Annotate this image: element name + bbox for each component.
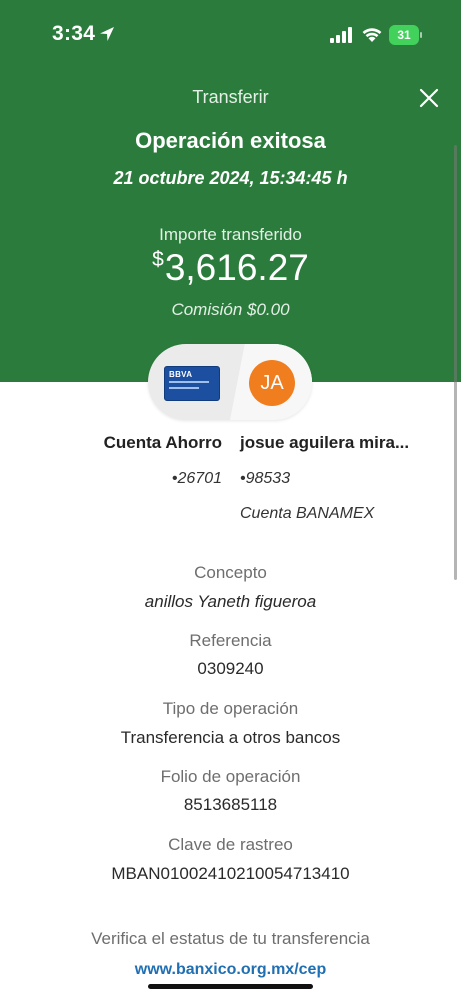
header: 3:34 31 Transferir Operación exitosa 21 … (0, 0, 461, 382)
tipo-operacion-label: Tipo de operación (162, 699, 299, 718)
verify-status-text: Verifica el estatus de tu transferencia (91, 929, 370, 948)
tipo-operacion-value: Transferencia a otros bancos (120, 728, 341, 747)
close-icon[interactable] (419, 88, 439, 108)
avatar: JA (249, 360, 295, 406)
concepto-label: Concepto (194, 563, 267, 582)
page-title: Operación exitosa (135, 128, 326, 153)
status-bar: 3:34 31 (0, 0, 461, 70)
operation-datetime: 21 octubre 2024, 15:34:45 h (113, 168, 348, 188)
transfer-amount: $3,616.27 (0, 247, 461, 289)
battery-icon: 31 (389, 25, 422, 45)
battery-level: 31 (389, 25, 419, 45)
location-arrow-icon (100, 27, 114, 41)
concepto-value: anillos Yaneth figueroa (144, 592, 317, 611)
from-account-number: •26701 (171, 470, 222, 487)
banxico-link[interactable]: www.banxico.org.mx/cep (0, 961, 461, 979)
amount-value: 3,616.27 (164, 247, 309, 288)
from-account-name: Cuenta Ahorro (103, 433, 222, 452)
status-time: 3:34 (52, 22, 96, 45)
folio-value: 8513685118 (183, 795, 278, 814)
signal-icon (330, 27, 352, 43)
to-account-name: josue aguilera mira... (240, 433, 410, 452)
currency-symbol: $ (152, 248, 164, 271)
folio-label: Folio de operación (160, 767, 301, 786)
bank-card-icon: BBVA (164, 366, 220, 401)
clave-rastreo-value: MBAN01002410210054713410 (111, 864, 350, 883)
amount-label: Importe transferido (159, 225, 302, 244)
home-indicator[interactable] (148, 984, 313, 989)
referencia-label: Referencia (189, 631, 272, 650)
scroll-indicator[interactable] (454, 145, 457, 580)
account-transfer-pill: BBVA JA (148, 344, 312, 420)
to-account-number: •98533 (240, 470, 291, 487)
to-account-bank: Cuenta BANAMEX (240, 505, 375, 522)
referencia-value: 0309240 (197, 659, 264, 678)
wifi-icon (362, 28, 382, 42)
commission: Comisión $0.00 (171, 300, 290, 319)
nav-title: Transferir (192, 87, 269, 107)
bank-logo-text: BBVA (169, 370, 193, 379)
clave-rastreo-label: Clave de rastreo (168, 835, 293, 854)
